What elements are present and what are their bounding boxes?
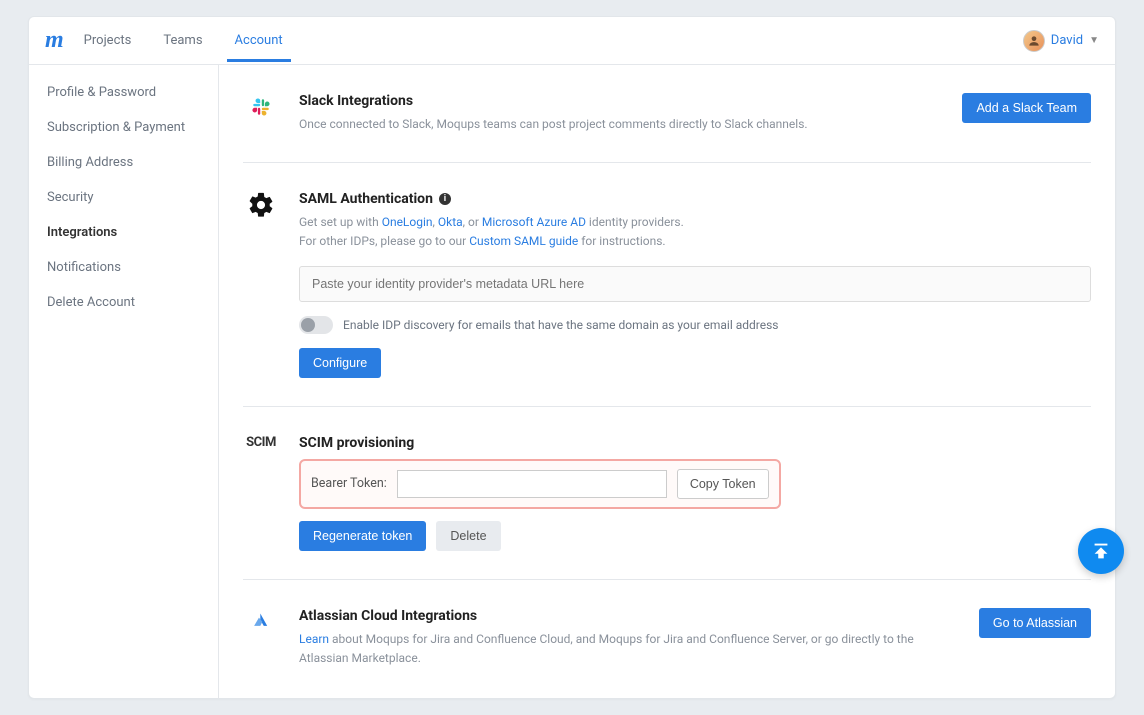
top-nav: Projects Teams Account xyxy=(84,19,1023,62)
slack-icon xyxy=(243,93,279,134)
link-saml-guide[interactable]: Custom SAML guide xyxy=(469,234,578,248)
idp-discovery-toggle[interactable] xyxy=(299,316,333,334)
section-scim: SCIM SCIM provisioning Bearer Token: Cop… xyxy=(243,427,1091,580)
go-to-atlassian-button[interactable]: Go to Atlassian xyxy=(979,608,1091,638)
sidebar-item-security[interactable]: Security xyxy=(29,180,218,215)
atlassian-icon xyxy=(243,608,279,668)
atlassian-title: Atlassian Cloud Integrations xyxy=(299,608,959,624)
info-icon[interactable]: i xyxy=(439,193,451,205)
sidebar-item-subscription[interactable]: Subscription & Payment xyxy=(29,110,218,145)
link-azure[interactable]: Microsoft Azure AD xyxy=(482,215,586,229)
slack-title: Slack Integrations xyxy=(299,93,942,109)
body: Profile & Password Subscription & Paymen… xyxy=(29,65,1115,698)
section-atlassian: Atlassian Cloud Integrations Learn about… xyxy=(243,600,1091,678)
chevron-down-icon: ▼ xyxy=(1089,35,1099,46)
app-window: m Projects Teams Account David ▼ Profile… xyxy=(28,16,1116,699)
saml-title: SAML Authentication xyxy=(299,191,433,207)
sidebar: Profile & Password Subscription & Paymen… xyxy=(29,65,219,698)
nav-account[interactable]: Account xyxy=(235,19,283,62)
scim-icon: SCIM xyxy=(243,435,279,551)
avatar-icon xyxy=(1023,30,1045,52)
sidebar-item-billing[interactable]: Billing Address xyxy=(29,145,218,180)
atlassian-desc: Learn about Moqups for Jira and Confluen… xyxy=(299,630,959,668)
nav-teams[interactable]: Teams xyxy=(163,19,202,62)
saml-desc-line1: Get set up with OneLogin, Okta, or Micro… xyxy=(299,213,1091,232)
configure-button[interactable]: Configure xyxy=(299,348,381,378)
topbar: m Projects Teams Account David ▼ xyxy=(29,17,1115,65)
user-name: David xyxy=(1051,33,1083,48)
link-okta[interactable]: Okta xyxy=(438,215,463,229)
add-slack-team-button[interactable]: Add a Slack Team xyxy=(962,93,1091,123)
logo[interactable]: m xyxy=(45,27,64,54)
scroll-top-fab[interactable] xyxy=(1078,528,1124,574)
sidebar-item-profile[interactable]: Profile & Password xyxy=(29,75,218,110)
delete-token-button[interactable]: Delete xyxy=(436,521,500,551)
sidebar-item-integrations[interactable]: Integrations xyxy=(29,215,218,250)
idp-toggle-label: Enable IDP discovery for emails that hav… xyxy=(343,318,779,332)
copy-token-button[interactable]: Copy Token xyxy=(677,469,769,499)
section-saml: SAML Authentication i Get set up with On… xyxy=(243,183,1091,406)
sidebar-item-delete[interactable]: Delete Account xyxy=(29,285,218,320)
nav-projects[interactable]: Projects xyxy=(84,19,132,62)
slack-desc: Once connected to Slack, Moqups teams ca… xyxy=(299,115,942,134)
arrow-up-icon xyxy=(1090,540,1112,562)
scim-token-box: Bearer Token: Copy Token xyxy=(299,459,781,509)
sidebar-item-notifications[interactable]: Notifications xyxy=(29,250,218,285)
link-learn[interactable]: Learn xyxy=(299,632,329,646)
saml-desc-line2: For other IDPs, please go to our Custom … xyxy=(299,232,1091,251)
scim-title: SCIM provisioning xyxy=(299,435,1091,451)
bearer-token-label: Bearer Token: xyxy=(311,476,387,491)
user-menu[interactable]: David ▼ xyxy=(1023,30,1099,52)
content: Slack Integrations Once connected to Sla… xyxy=(219,65,1115,698)
section-slack: Slack Integrations Once connected to Sla… xyxy=(243,85,1091,163)
bearer-token-input[interactable] xyxy=(397,470,667,498)
regenerate-token-button[interactable]: Regenerate token xyxy=(299,521,426,551)
gear-icon xyxy=(243,191,279,377)
link-onelogin[interactable]: OneLogin xyxy=(382,215,433,229)
saml-metadata-url-input[interactable] xyxy=(299,266,1091,302)
